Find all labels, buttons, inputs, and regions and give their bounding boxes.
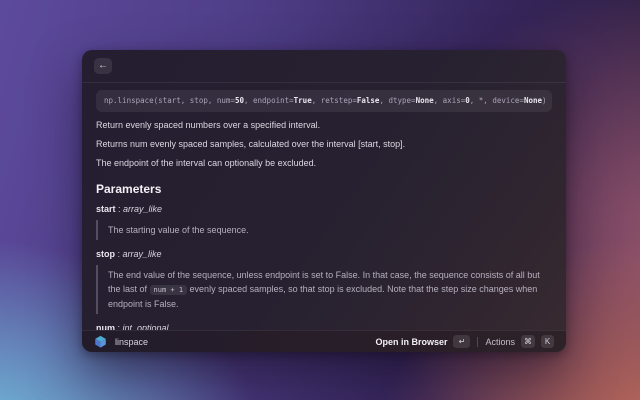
footer-separator — [477, 336, 479, 347]
sig-default-value: None — [415, 96, 434, 105]
param-stop: stop : array_like — [96, 249, 552, 260]
description-text: The starting value of the sequence. — [108, 225, 249, 235]
open-in-browser-label: Open in Browser — [375, 336, 448, 347]
back-button[interactable]: ← — [94, 58, 112, 74]
param-colon: : — [115, 323, 123, 330]
actions-menu-button[interactable]: Actions ⌘ K — [485, 335, 554, 348]
doc-content: np.linspace(start, stop, num=50, endpoin… — [82, 83, 566, 330]
footer-actions: Open in Browser ↵ Actions ⌘ K — [375, 335, 554, 348]
sig-text: , retstep= — [311, 96, 357, 105]
command-key-badge: ⌘ — [521, 335, 535, 348]
sig-text: np.linspace(start, stop, num= — [104, 96, 235, 105]
k-key-badge: K — [541, 335, 554, 348]
open-in-browser-button[interactable]: Open in Browser ↵ — [375, 335, 471, 348]
sig-text: , *, device= — [469, 96, 524, 105]
back-arrow-icon: ← — [98, 60, 108, 71]
inline-code-chip: num + 1 — [149, 285, 188, 295]
sig-text: , endpoint= — [243, 96, 294, 105]
param-type: array_like — [123, 204, 163, 214]
param-name: stop — [96, 249, 115, 259]
k-key-label: K — [544, 336, 551, 346]
param-num: num : int, optional — [96, 323, 552, 330]
param-colon: : — [115, 249, 123, 259]
intro-paragraph: Return evenly spaced numbers over a spec… — [96, 120, 321, 130]
param-type: int, optional — [122, 323, 169, 330]
sig-default-value: None — [523, 96, 543, 105]
intro-paragraph: Returns num evenly spaced samples, calcu… — [96, 139, 406, 149]
sig-default-value: 50 — [234, 96, 244, 105]
desktop-background: ← np.linspace(start, stop, num=50, endpo… — [0, 0, 640, 400]
sig-text: , axis= — [433, 96, 466, 105]
intro-paragraph: The endpoint of the interval can optiona… — [96, 158, 317, 168]
param-start-description: The starting value of the sequence. — [96, 220, 552, 240]
footer-title: linspace — [115, 336, 149, 347]
window-header: ← — [82, 50, 566, 83]
actions-label: Actions — [485, 336, 515, 347]
param-start: start : array_like — [96, 204, 552, 215]
raycast-doc-window: ← np.linspace(start, stop, num=50, endpo… — [82, 50, 566, 352]
sig-default-value: False — [356, 96, 380, 105]
param-type: array_like — [122, 249, 162, 259]
sig-text: , dtype= — [379, 96, 416, 105]
window-footer: linspace Open in Browser ↵ Actions ⌘ K — [82, 330, 566, 352]
parameters-heading: Parameters — [96, 182, 162, 196]
enter-key-badge: ↵ — [453, 335, 471, 348]
param-name: num — [96, 323, 115, 330]
enter-key-icon: ↵ — [458, 336, 466, 346]
sig-default-value: True — [293, 96, 312, 105]
sig-text: ) — [542, 96, 547, 105]
param-name: start — [96, 204, 116, 214]
param-colon: : — [115, 204, 124, 214]
function-signature: np.linspace(start, stop, num=50, endpoin… — [96, 90, 552, 112]
command-key-icon: ⌘ — [524, 336, 532, 346]
numpy-logo-icon — [95, 335, 106, 348]
param-stop-description: The end value of the sequence, unless en… — [96, 265, 552, 314]
